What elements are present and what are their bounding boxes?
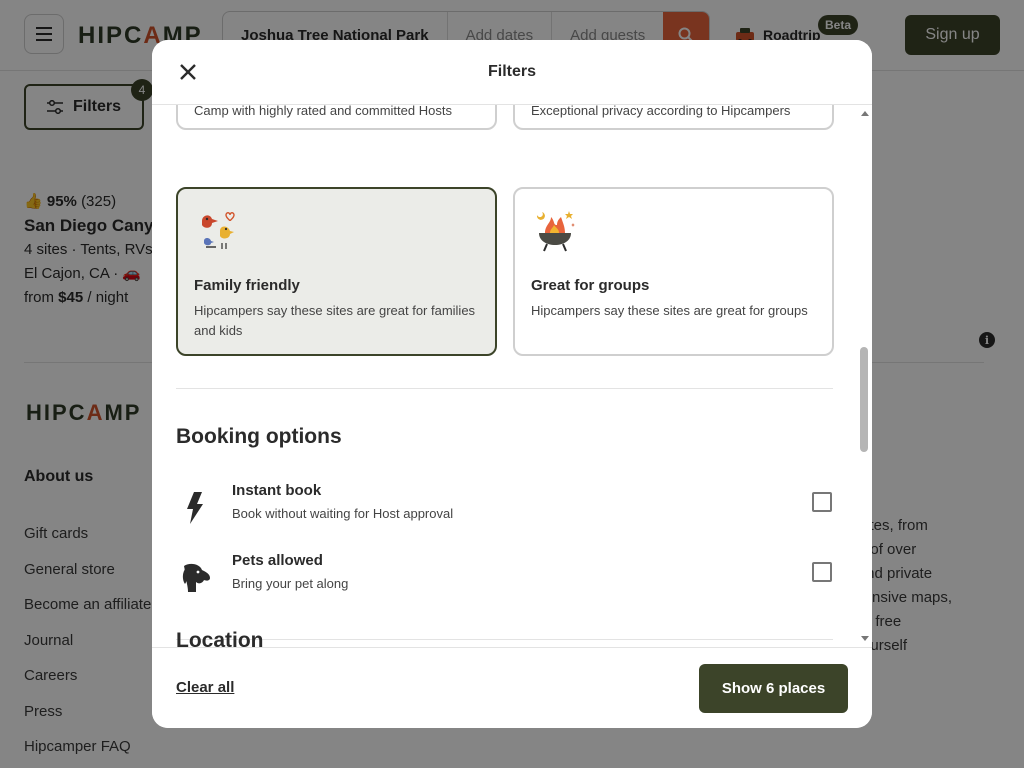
scroll-up-arrow[interactable] bbox=[861, 111, 869, 116]
modal-footer: Clear all Show 6 places bbox=[152, 647, 872, 728]
card-description: Camp with highly rated and committed Hos… bbox=[194, 105, 452, 118]
family-icon bbox=[202, 212, 235, 249]
modal-title: Filters bbox=[487, 63, 536, 80]
filter-card-family-friendly[interactable]: Family friendly Hipcampers say these sit… bbox=[176, 187, 497, 356]
filter-card-great-for-groups[interactable]: Great for groups Hipcampers say these si… bbox=[513, 187, 834, 356]
scroll-down-arrow[interactable] bbox=[861, 636, 869, 641]
modal-header: Filters bbox=[152, 40, 872, 105]
modal-body: Camp with highly rated and committed Hos… bbox=[152, 105, 872, 647]
lightning-icon bbox=[187, 492, 203, 524]
campfire-icon bbox=[536, 211, 575, 252]
card-title: Family friendly bbox=[194, 277, 300, 294]
close-icon bbox=[180, 64, 196, 80]
section-divider bbox=[176, 388, 833, 389]
dog-icon bbox=[182, 563, 210, 592]
filters-modal: Filters Camp with highly rated and commi… bbox=[152, 40, 872, 728]
option-label: Pets allowed bbox=[232, 552, 323, 569]
filter-card-top-rated[interactable]: Camp with highly rated and committed Hos… bbox=[176, 105, 497, 130]
pets-allowed-checkbox[interactable] bbox=[812, 562, 832, 582]
scroll-thumb[interactable] bbox=[860, 347, 868, 452]
card-description: Hipcampers say these sites are great for… bbox=[194, 303, 476, 338]
section-divider bbox=[176, 639, 833, 640]
close-button[interactable] bbox=[176, 60, 200, 84]
booking-options-heading: Booking options bbox=[176, 425, 342, 448]
option-pets-allowed[interactable]: Pets allowed Bring your pet along bbox=[176, 552, 833, 608]
option-description: Book without waiting for Host approval bbox=[232, 506, 454, 521]
location-heading: Location bbox=[176, 629, 264, 647]
clear-all-link[interactable]: Clear all bbox=[176, 679, 234, 696]
instant-book-checkbox[interactable] bbox=[812, 492, 832, 512]
modal-scrollbar[interactable] bbox=[856, 105, 872, 647]
show-places-button[interactable]: Show 6 places bbox=[699, 664, 848, 713]
option-label: Instant book bbox=[232, 482, 322, 499]
option-instant-book[interactable]: Instant book Book without waiting for Ho… bbox=[176, 482, 833, 538]
card-description: Hipcampers say these sites are great for… bbox=[531, 303, 808, 318]
card-title: Great for groups bbox=[531, 277, 650, 294]
filter-card-privacy[interactable]: Exceptional privacy according to Hipcamp… bbox=[513, 105, 834, 130]
card-description: Exceptional privacy according to Hipcamp… bbox=[531, 105, 791, 118]
option-description: Bring your pet along bbox=[232, 576, 349, 591]
